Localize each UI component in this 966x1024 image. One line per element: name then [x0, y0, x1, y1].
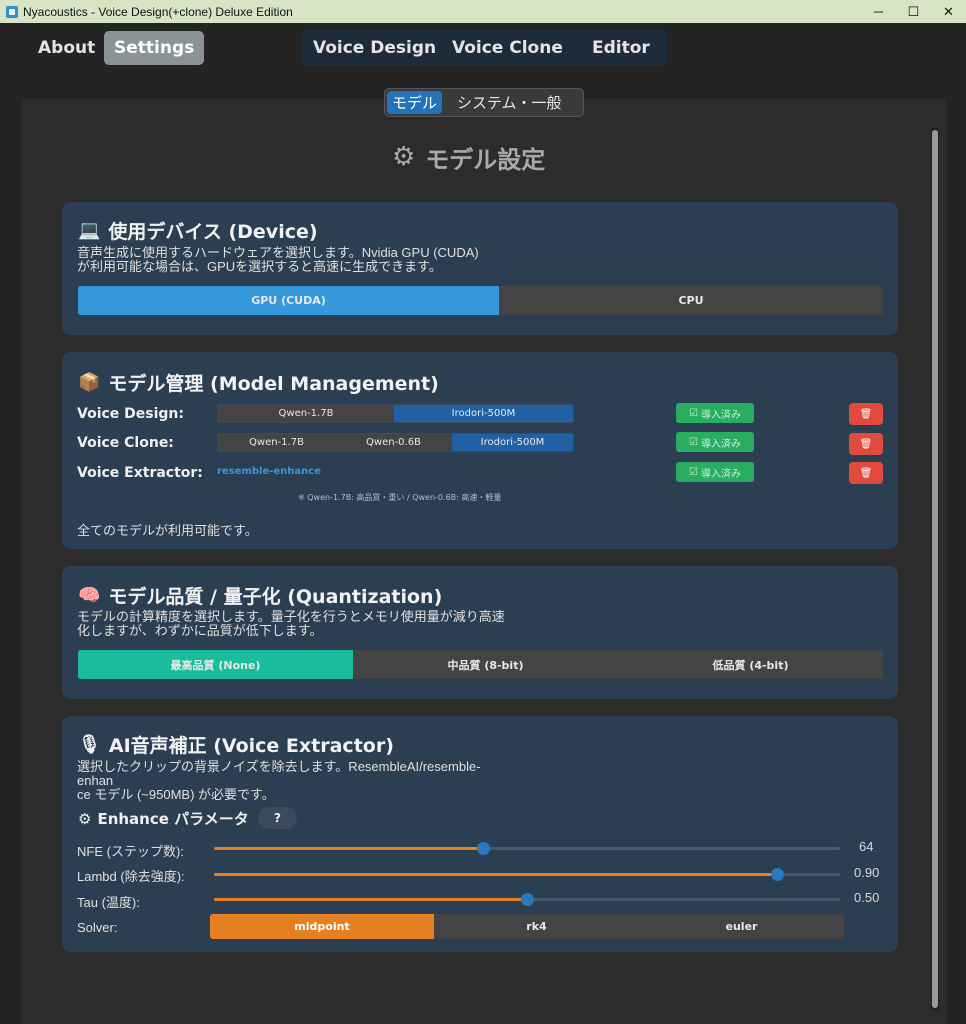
device-option-gpu[interactable]: GPU (CUDA)	[78, 286, 499, 315]
scrollbar-thumb[interactable]	[932, 130, 938, 1008]
trash-icon: 🗑	[859, 467, 873, 479]
device-card: 💻 使用デバイス (Device) 音声生成に使用するハードウェアを選択します。…	[62, 202, 898, 335]
voice-design-status-badge: ☑ 導入済み	[676, 403, 754, 423]
app-icon	[6, 5, 18, 18]
voice-extractor-delete-button[interactable]: 🗑	[849, 462, 883, 484]
top-nav: About Settings Voice Design Voice Clone …	[0, 23, 966, 81]
tau-slider[interactable]	[214, 893, 840, 906]
tab-editor[interactable]: Editor	[592, 38, 650, 58]
tab-voice-design[interactable]: Voice Design	[313, 38, 436, 58]
voice-clone-label: Voice Clone:	[77, 435, 174, 451]
voice-clone-option-qwen-0-6b[interactable]: Qwen-0.6B	[335, 434, 452, 451]
trash-icon: 🗑	[859, 438, 873, 450]
voice-clone-option-irodori-500m[interactable]: Irodori-500M	[452, 434, 573, 451]
voice-clone-option-qwen-1-7b[interactable]: Qwen-1.7B	[218, 434, 335, 451]
check-icon: ☑	[689, 466, 698, 478]
gear-icon: ⚙	[78, 809, 92, 828]
voice-clone-model-selector: Qwen-1.7B Qwen-0.6B Irodori-500M	[217, 433, 574, 452]
voice-clone-status-badge: ☑ 導入済み	[676, 432, 754, 452]
model-management-title: 📦 モデル管理 (Model Management)	[78, 372, 439, 395]
quantization-title: 🧠 モデル品質 / 量子化 (Quantization)	[78, 585, 443, 608]
check-icon: ☑	[689, 407, 698, 419]
voice-design-label: Voice Design:	[77, 406, 184, 422]
tab-voice-clone[interactable]: Voice Clone	[452, 38, 563, 58]
model-note: ※ Qwen-1.7B: 高品質・重い / Qwen-0.6B: 高速・軽量	[298, 493, 502, 502]
voice-design-option-irodori-500m[interactable]: Irodori-500M	[394, 405, 573, 422]
device-selector: GPU (CUDA) CPU	[78, 286, 883, 315]
cube-icon: 📦	[78, 372, 101, 393]
microphone-icon: 🎙	[78, 734, 101, 755]
settings-subtabs: モデル システム・一般	[384, 88, 584, 117]
tau-slider-fill	[214, 898, 527, 901]
title-bar: Nyacoustics - Voice Design(+clone) Delux…	[0, 0, 966, 23]
maximize-button[interactable]: ☐	[896, 0, 931, 23]
tau-label: Tau (温度):	[77, 895, 140, 910]
subtab-model[interactable]: モデル	[387, 91, 443, 114]
solver-option-midpoint[interactable]: midpoint	[210, 914, 434, 939]
minimize-button[interactable]: ─	[861, 0, 896, 23]
brain-icon: 🧠	[78, 585, 101, 606]
device-option-cpu[interactable]: CPU	[499, 286, 883, 315]
solver-option-euler[interactable]: euler	[639, 914, 844, 939]
lambd-slider-fill	[214, 873, 778, 876]
window-title: Nyacoustics - Voice Design(+clone) Delux…	[23, 4, 293, 19]
voice-design-delete-button[interactable]: 🗑	[849, 403, 883, 425]
solver-option-rk4[interactable]: rk4	[434, 914, 639, 939]
model-management-card: 📦 モデル管理 (Model Management) Voice Design:…	[62, 352, 898, 549]
close-button[interactable]: ✕	[931, 0, 966, 23]
quantization-option-none[interactable]: 最高品質 (None)	[78, 650, 353, 679]
lambd-value: 0.90	[854, 865, 880, 880]
quantization-selector: 最高品質 (None) 中品質 (8-bit) 低品質 (4-bit)	[78, 650, 883, 679]
voice-design-option-qwen-1-7b[interactable]: Qwen-1.7B	[218, 405, 394, 422]
lambd-slider-thumb[interactable]	[771, 868, 785, 881]
tab-about[interactable]: About	[28, 31, 105, 65]
tab-settings[interactable]: Settings	[104, 31, 205, 65]
subtab-system[interactable]: システム・一般	[452, 91, 567, 114]
lambd-label: Lambd (除去強度):	[77, 869, 185, 884]
tau-value: 0.50	[854, 890, 880, 905]
nfe-slider[interactable]	[214, 842, 840, 855]
nfe-value: 64	[859, 839, 874, 854]
quantization-description: モデルの計算精度を選択します。量子化を行うとメモリ使用量が減り高速 化しますが、…	[77, 609, 505, 638]
quantization-option-8bit[interactable]: 中品質 (8-bit)	[353, 650, 618, 679]
nfe-slider-thumb[interactable]	[477, 842, 491, 855]
nfe-slider-fill	[214, 847, 484, 850]
enhance-params-heading: ⚙ Enhance パラメータ	[78, 809, 249, 829]
model-status-text: 全てのモデルが利用可能です。	[77, 523, 258, 538]
voice-clone-delete-button[interactable]: 🗑	[849, 433, 883, 455]
nfe-label: NFE (ステップ数):	[77, 844, 184, 859]
voice-extractor-status-badge: ☑ 導入済み	[676, 462, 754, 482]
voice-extractor-card: 🎙 AI音声補正 (Voice Extractor) 選択したクリップの背景ノイ…	[62, 716, 898, 952]
device-description: 音声生成に使用するハードウェアを選択します。Nvidia GPU (CUDA) …	[77, 245, 479, 274]
page-title: ⚙ モデル設定	[392, 142, 546, 174]
solver-selector: midpoint rk4 euler	[210, 914, 844, 939]
help-button[interactable]: ?	[258, 807, 297, 829]
voice-extractor-model-name: resemble-enhance	[217, 466, 321, 477]
device-title: 💻 使用デバイス (Device)	[78, 220, 318, 243]
voice-extractor-label: Voice Extractor:	[77, 465, 203, 481]
gear-icon: ⚙	[392, 142, 416, 172]
check-icon: ☑	[689, 436, 698, 448]
lambd-slider[interactable]	[214, 868, 840, 881]
voice-extractor-description: 選択したクリップの背景ノイズを除去します。ResembleAI/resemble…	[77, 759, 481, 802]
laptop-icon: 💻	[78, 220, 101, 241]
trash-icon: 🗑	[859, 408, 873, 420]
voice-design-model-selector: Qwen-1.7B Irodori-500M	[217, 404, 574, 423]
tau-slider-thumb[interactable]	[521, 893, 534, 906]
voice-extractor-title: 🎙 AI音声補正 (Voice Extractor)	[78, 734, 394, 757]
solver-label: Solver:	[77, 920, 118, 935]
main-mode-tabs: Voice Design Voice Clone Editor	[301, 30, 667, 66]
quantization-option-4bit[interactable]: 低品質 (4-bit)	[618, 650, 883, 679]
quantization-card: 🧠 モデル品質 / 量子化 (Quantization) モデルの計算精度を選択…	[62, 566, 898, 699]
